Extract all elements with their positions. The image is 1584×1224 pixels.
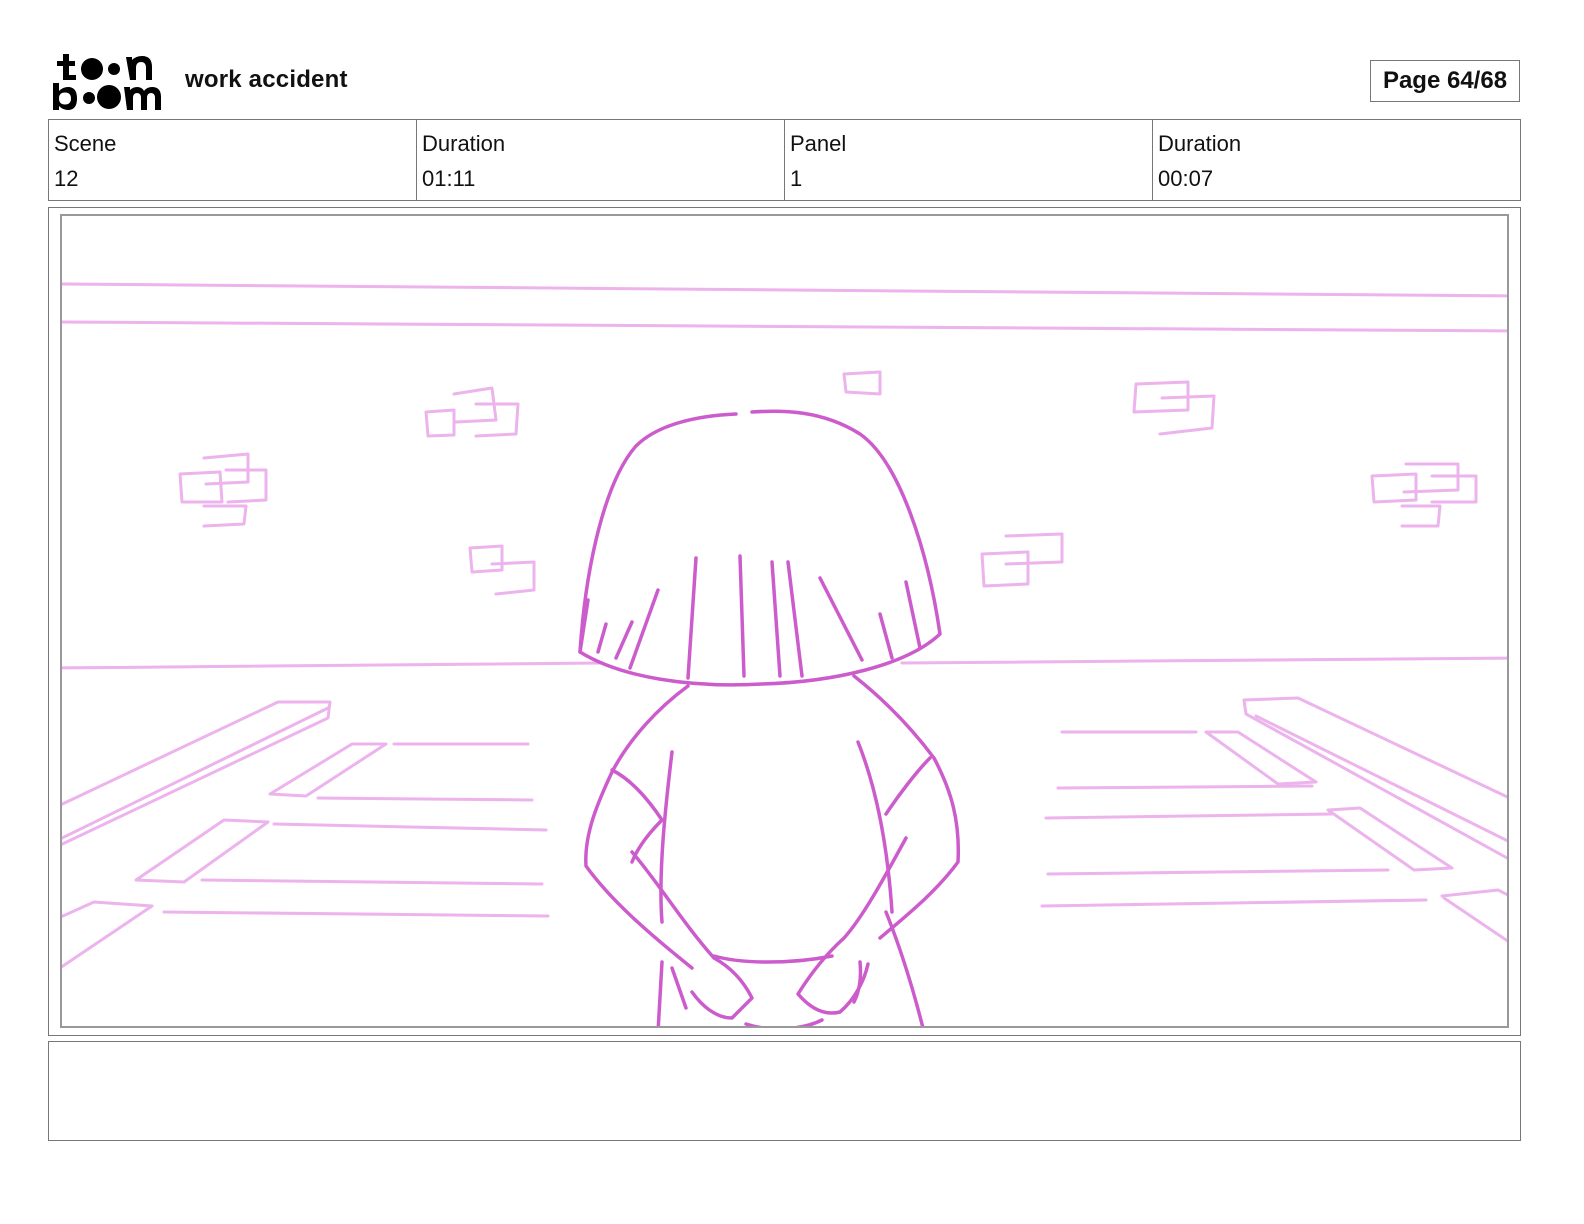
brick-cluster xyxy=(1370,462,1478,528)
toonboom-logo xyxy=(53,54,161,110)
storyboard-panel xyxy=(60,214,1509,1028)
character-figure xyxy=(578,409,961,1026)
brick-cluster xyxy=(178,452,268,528)
panel-value: 1 xyxy=(790,166,803,191)
background-sketch xyxy=(62,282,1507,969)
floor-planks-right xyxy=(1040,696,1507,943)
scene-label: Scene xyxy=(54,131,117,156)
scene-duration-cell: Duration 01:11 xyxy=(416,120,784,200)
notes-box xyxy=(48,1041,1521,1141)
torso xyxy=(584,684,694,970)
page-indicator: Page 64/68 xyxy=(1370,60,1520,102)
panel-cell: Panel 1 xyxy=(784,120,1152,200)
floor-planks-left xyxy=(62,700,550,969)
brick-cluster xyxy=(1132,380,1216,436)
storyboard-drawing xyxy=(62,282,1507,1026)
brick-cluster xyxy=(980,532,1064,588)
hair-outline xyxy=(578,409,942,687)
project-title: work accident xyxy=(185,66,348,93)
brick-cluster xyxy=(468,544,536,596)
scene-duration-value: 01:11 xyxy=(422,166,476,191)
scene-cell: Scene 12 xyxy=(49,120,416,200)
panel-duration-value: 00:07 xyxy=(1158,166,1214,191)
brick-cluster xyxy=(842,370,882,396)
scene-duration-label: Duration xyxy=(422,131,506,156)
panel-duration-label: Duration xyxy=(1158,131,1242,156)
page-label: Page 64/68 xyxy=(1382,67,1508,94)
scene-info-table: Scene 12 Duration 01:11 Panel 1 Duration… xyxy=(48,119,1521,201)
scene-value: 12 xyxy=(54,166,79,191)
brick-cluster xyxy=(424,386,520,438)
panel-label: Panel xyxy=(790,131,847,156)
panel-duration-cell: Duration 00:07 xyxy=(1152,120,1520,200)
